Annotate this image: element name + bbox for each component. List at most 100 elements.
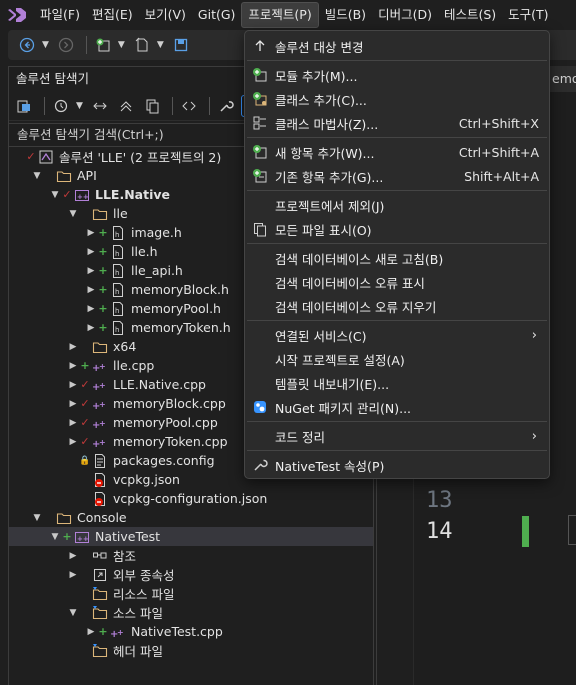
tree-item-label: image.h [131,225,182,240]
menu-item[interactable]: Git(G) [192,2,242,28]
project-menu-item[interactable]: 코드 정리 › [245,424,549,448]
project-menu-item[interactable]: 연결된 서비스(C) › [245,323,549,347]
project-menu-item[interactable]: 기존 항목 추가(G)... Shift+Alt+A [245,164,549,188]
visual-studio-logo-icon[interactable] [6,6,28,24]
project-menu-item[interactable]: 모듈 추가(M)... [245,63,549,87]
menu-item[interactable]: 프로젝트(P) [241,2,319,28]
tree-item-label: 솔루션 'LLE' (2 프로젝트의 2) [59,150,222,165]
project-menu-item[interactable]: 클래스 마법사(Z)... Ctrl+Shift+X [245,111,549,135]
menu-item[interactable]: 편집(E) [86,2,139,28]
svg-text:h: h [115,231,119,239]
project-menu-item[interactable]: 프로젝트에서 제외(J) [245,193,549,217]
history-dropdown-icon[interactable]: ▼ [76,101,83,111]
svg-text:+: + [99,362,106,371]
tree-item[interactable]: ▼ 소스 파일 [9,603,373,622]
menu-item[interactable]: 파일(F) [34,2,86,28]
lock-icon: 🔒 [79,455,91,466]
project-menu-item[interactable]: 템플릿 내보내기(E)... [245,371,549,395]
collapsed-chevron-icon[interactable]: ▶ [67,380,79,390]
tree-item-selected[interactable]: ▼ + ++ NativeTest [9,527,373,546]
tree-item[interactable]: ▶ + + + NativeTest.cpp [9,622,373,641]
project-menu-item[interactable]: 솔루션 대상 변경 [245,34,549,58]
folder-icon [55,168,73,184]
collapsed-chevron-icon[interactable]: ▶ [85,247,97,257]
back-dropdown-icon[interactable]: ▼ [42,40,49,50]
menu-item[interactable]: 빌드(B) [319,2,372,28]
tree-item[interactable]: ▼ Console [9,508,373,527]
history-icon[interactable] [50,95,72,117]
menu-separator [247,243,547,244]
new-project-icon[interactable] [92,34,114,56]
project-menu-item[interactable]: 모든 파일 표시(O) [245,217,549,241]
collapse-all-icon[interactable] [115,95,137,117]
header-file-icon: h [109,244,127,260]
switch-views-icon[interactable] [89,95,111,117]
added-plus-icon: + [98,625,108,638]
properties-wrench-icon[interactable] [215,95,237,117]
collapsed-chevron-icon[interactable]: ▶ [67,399,79,409]
svg-text:+: + [99,419,106,428]
menu-item-label: 솔루션 대상 변경 [275,39,364,55]
tree-item-label: memoryBlock.cpp [113,396,226,411]
editor-tab[interactable]: emor [546,66,576,92]
collapsed-chevron-icon[interactable]: ▶ [85,285,97,295]
menu-item[interactable]: 도구(T) [502,2,554,28]
expanded-chevron-icon[interactable]: ▼ [31,513,43,523]
menu-item-label: 템플릿 내보내기(E)... [275,376,390,392]
collapsed-chevron-icon[interactable]: ▶ [67,570,79,580]
project-menu-item[interactable]: 새 항목 추가(W)... Ctrl+Shift+A [245,140,549,164]
menu-item[interactable]: 디버그(D) [372,2,438,28]
svg-text:+: + [99,438,106,447]
collapsed-chevron-icon[interactable]: ▶ [85,304,97,314]
collapsed-chevron-icon[interactable]: ▶ [85,323,97,333]
collapsed-chevron-icon[interactable]: ▶ [67,551,79,561]
collapsed-chevron-icon[interactable]: ▶ [67,361,79,371]
modified-check-icon: ✓ [62,188,72,201]
collapsed-chevron-icon[interactable]: ▶ [85,627,97,637]
project-menu-item[interactable]: NuGet 패키지 관리(N)... [245,395,549,419]
save-icon[interactable] [170,34,192,56]
folder-icon [55,510,73,526]
project-menu-item[interactable]: 검색 데이터베이스 오류 지우기 [245,294,549,318]
tree-item[interactable]: 헤더 파일 [9,641,373,660]
svg-text:h: h [115,326,119,334]
tree-item[interactable]: vcpkg-configuration.json [9,489,373,508]
collapsed-chevron-icon[interactable]: ▶ [85,228,97,238]
menu-separator [247,137,547,138]
svg-text:h: h [115,250,119,258]
cpp-file-icon: + + [91,377,109,393]
collapsed-chevron-icon[interactable]: ▶ [85,266,97,276]
tree-item-label: lle [113,206,128,221]
expanded-chevron-icon[interactable]: ▼ [31,171,43,181]
expanded-chevron-icon[interactable]: ▼ [49,190,61,200]
project-menu-dropdown: 솔루션 대상 변경모듈 추가(M)... 클래스 추가(C)... 클래스 마법사(… [244,30,550,479]
show-all-files-icon[interactable] [141,95,163,117]
project-menu-item[interactable]: 시작 프로젝트로 설정(A) [245,347,549,371]
view-code-icon[interactable] [178,95,200,117]
project-menu-item[interactable]: 검색 데이터베이스 새로 고침(B) [245,246,549,270]
collapsed-chevron-icon[interactable]: ▶ [67,437,79,447]
new-project-dropdown-icon[interactable]: ▼ [118,40,125,50]
sync-with-document-icon[interactable] [13,95,35,117]
tree-item[interactable]: ▶ 참조 [9,546,373,565]
forward-icon[interactable] [55,34,77,56]
tree-item[interactable]: ▶ 외부 종속성 [9,565,373,584]
menu-item[interactable]: 보기(V) [139,2,192,28]
tree-item-label: memoryToken.cpp [113,434,228,449]
added-plus-icon: + [98,283,108,296]
collapsed-chevron-icon[interactable]: ▶ [67,418,79,428]
back-icon[interactable] [16,34,38,56]
project-menu-item[interactable]: 클래스 추가(C)... [245,87,549,111]
open-file-dropdown-icon[interactable]: ▼ [157,40,164,50]
open-file-icon[interactable] [131,34,153,56]
collapsed-chevron-icon[interactable]: ▶ [67,342,79,352]
svg-text:h: h [115,288,119,296]
expanded-chevron-icon[interactable]: ▼ [49,532,61,542]
menu-item[interactable]: 테스트(S) [438,2,502,28]
project-menu-item[interactable]: NativeTest 속성(P) [245,453,549,477]
project-menu-item[interactable]: 검색 데이터베이스 오류 표시 [245,270,549,294]
folder-icon [91,339,109,355]
expanded-chevron-icon[interactable]: ▼ [67,209,79,219]
tree-item[interactable]: 리소스 파일 [9,584,373,603]
expanded-chevron-icon[interactable]: ▼ [67,608,79,618]
